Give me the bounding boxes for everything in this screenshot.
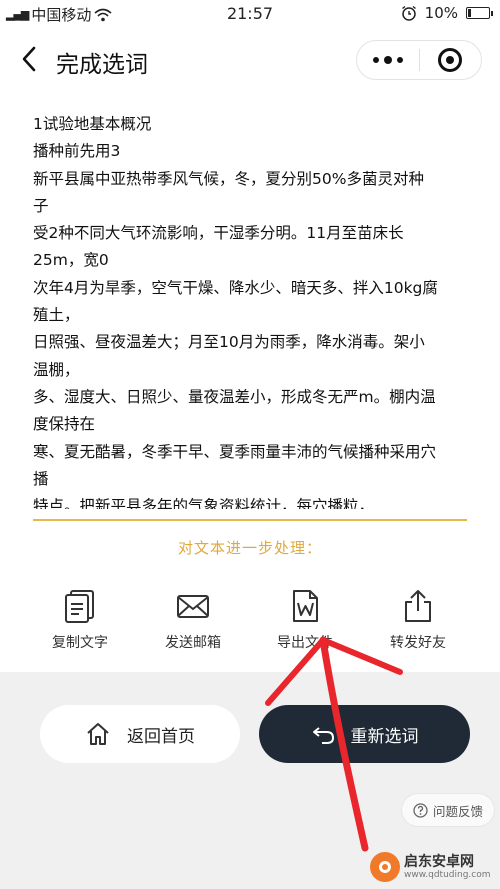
feedback-button[interactable]: 问题反馈 bbox=[402, 794, 494, 826]
more-options-button[interactable] bbox=[357, 41, 419, 79]
text-line: 新平县属中亚热带季风气候，冬，夏分别50%多菌灵对种 bbox=[33, 169, 424, 188]
send-email-button[interactable]: 发送邮箱 bbox=[138, 588, 248, 658]
question-icon bbox=[413, 802, 428, 818]
status-right: 10% bbox=[401, 4, 493, 22]
watermark-name: 启东安卓网 bbox=[404, 853, 474, 870]
text-line: 特点。把新平县多年的气象资料统计，每穴播粒， bbox=[33, 497, 375, 509]
text-line: 播种前先用3 bbox=[33, 142, 121, 161]
export-file-button[interactable]: 导出文件 bbox=[250, 588, 360, 658]
close-mini-program-button[interactable] bbox=[419, 41, 481, 79]
text-line: 日照强、昼夜温差大；月至10月为雨季，降水消毒。架小 bbox=[33, 333, 425, 352]
text-line: 度保持在 bbox=[33, 415, 96, 434]
action-label: 发送邮箱 bbox=[165, 635, 221, 651]
target-close-icon bbox=[438, 48, 463, 72]
share-friend-button[interactable]: 转发好友 bbox=[363, 588, 473, 658]
text-line: 殖土， bbox=[33, 306, 80, 325]
return-home-label: 返回首页 bbox=[127, 726, 195, 747]
copy-text-button[interactable]: 复制文字 bbox=[25, 588, 135, 658]
share-icon bbox=[405, 590, 431, 622]
return-home-button[interactable]: 返回首页 bbox=[40, 705, 240, 763]
reselect-words-label: 重新选词 bbox=[350, 726, 419, 747]
status-bar: ▂▄▆ 中国移动 21:57 10% bbox=[0, 0, 500, 28]
battery-icon bbox=[466, 7, 493, 19]
back-arrow-icon[interactable] bbox=[16, 44, 44, 74]
action-row: 复制文字 发送邮箱 导出文件 转发好友 bbox=[0, 588, 500, 658]
process-label: 对文本进一步处理： bbox=[177, 539, 322, 557]
home-icon bbox=[87, 723, 109, 745]
alarm-icon bbox=[401, 5, 416, 21]
word-document-icon bbox=[293, 590, 318, 622]
nav-bar: 完成选词 bbox=[0, 28, 500, 90]
undo-arrow-icon bbox=[312, 727, 334, 744]
text-line: 次年4月为旱季，空气干燥、降水少、暗天多、拌入10kg腐 bbox=[33, 278, 438, 297]
watermark-url: www.qdtuding.com bbox=[404, 869, 491, 880]
page-title: 完成选词 bbox=[56, 52, 148, 78]
text-line: 受2种不同大气环流影响，干湿季分明。11月至苗床长 bbox=[33, 224, 404, 243]
watermark-logo-icon bbox=[370, 852, 400, 882]
more-dots-icon bbox=[372, 57, 379, 63]
text-line: 子 bbox=[33, 196, 49, 215]
envelope-icon bbox=[177, 595, 209, 618]
gold-divider bbox=[33, 519, 467, 521]
action-label: 转发好友 bbox=[390, 635, 446, 651]
recognized-text-area[interactable]: 1试验地基本概况 播种前先用3 新平县属中亚热带季风气候，冬，夏分别50%多菌灵… bbox=[33, 111, 473, 509]
text-line: 25m，宽0 bbox=[33, 251, 109, 270]
site-watermark: 启东安卓网 www.qdtuding.com bbox=[370, 852, 491, 882]
reselect-words-button[interactable]: 重新选词 bbox=[259, 705, 470, 763]
text-line: 1试验地基本概况 bbox=[33, 115, 152, 133]
action-label: 复制文字 bbox=[52, 635, 108, 651]
text-line: 温棚， bbox=[33, 360, 80, 379]
action-label: 导出文件 bbox=[277, 635, 333, 651]
feedback-label: 问题反馈 bbox=[432, 803, 483, 819]
text-line: 多、湿度大、日照少、量夜温差小，形成冬无严m。棚内温 bbox=[33, 387, 436, 406]
mini-program-capsule bbox=[356, 40, 482, 80]
copy-text-icon bbox=[65, 590, 94, 623]
battery-percent: 10% bbox=[424, 4, 458, 22]
text-line: 播 bbox=[33, 469, 49, 488]
text-line: 寒、夏无酷暑，冬季干早、夏季雨量丰沛的气候播种采用穴 bbox=[33, 442, 437, 461]
